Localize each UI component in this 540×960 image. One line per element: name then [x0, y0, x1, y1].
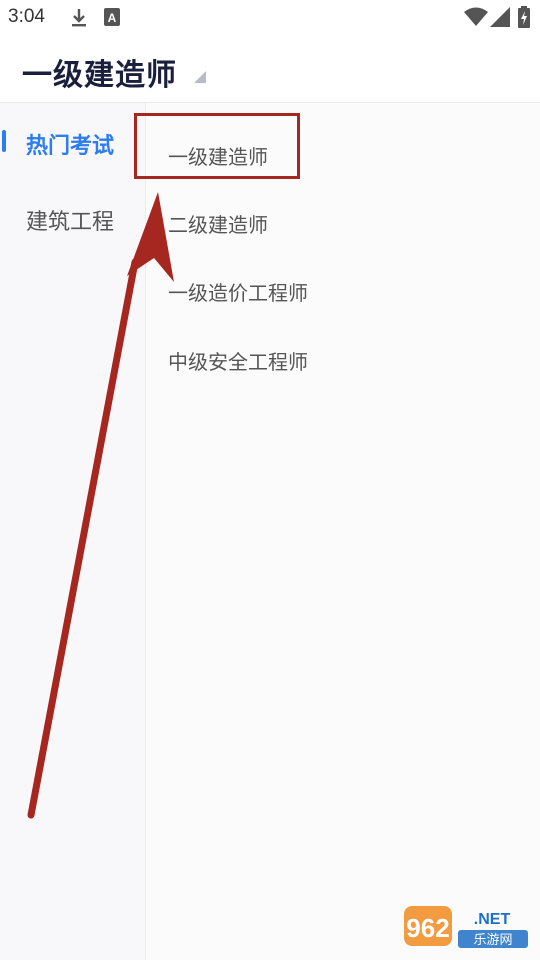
exam-item-safety-engineer[interactable]: 中级安全工程师 [168, 346, 308, 375]
category-sidebar: 热门考试 建筑工程 [0, 103, 146, 960]
exam-item-first-class-cost-engineer[interactable]: 一级造价工程师 [168, 277, 308, 306]
svg-text:乐游网: 乐游网 [473, 933, 512, 948]
download-icon [70, 8, 88, 32]
svg-text:962: 962 [406, 913, 449, 943]
annotation-highlight-box [134, 113, 300, 179]
svg-text:.NET: .NET [474, 911, 511, 928]
wifi-icon [464, 7, 488, 31]
page-title[interactable]: 一级建造师 [22, 50, 177, 94]
dropdown-triangle-icon[interactable] [194, 68, 206, 87]
status-bar: 3:04 A [0, 0, 540, 36]
active-indicator [2, 130, 6, 152]
sidebar-item-hot-exams[interactable]: 热门考试 [26, 128, 114, 160]
watermark-logo: 962 .NET 乐游网 [402, 902, 534, 954]
signal-icon [490, 7, 510, 31]
header: 一级建造师 [0, 36, 540, 103]
svg-text:A: A [108, 11, 117, 25]
exam-item-second-class-constructor[interactable]: 二级建造师 [168, 209, 268, 238]
sidebar-item-construction[interactable]: 建筑工程 [26, 204, 114, 236]
a-notification-icon: A [104, 8, 120, 30]
status-time: 3:04 [8, 6, 45, 27]
exam-list: 一级建造师 二级建造师 一级造价工程师 中级安全工程师 [146, 103, 540, 960]
battery-charging-icon [518, 6, 530, 32]
